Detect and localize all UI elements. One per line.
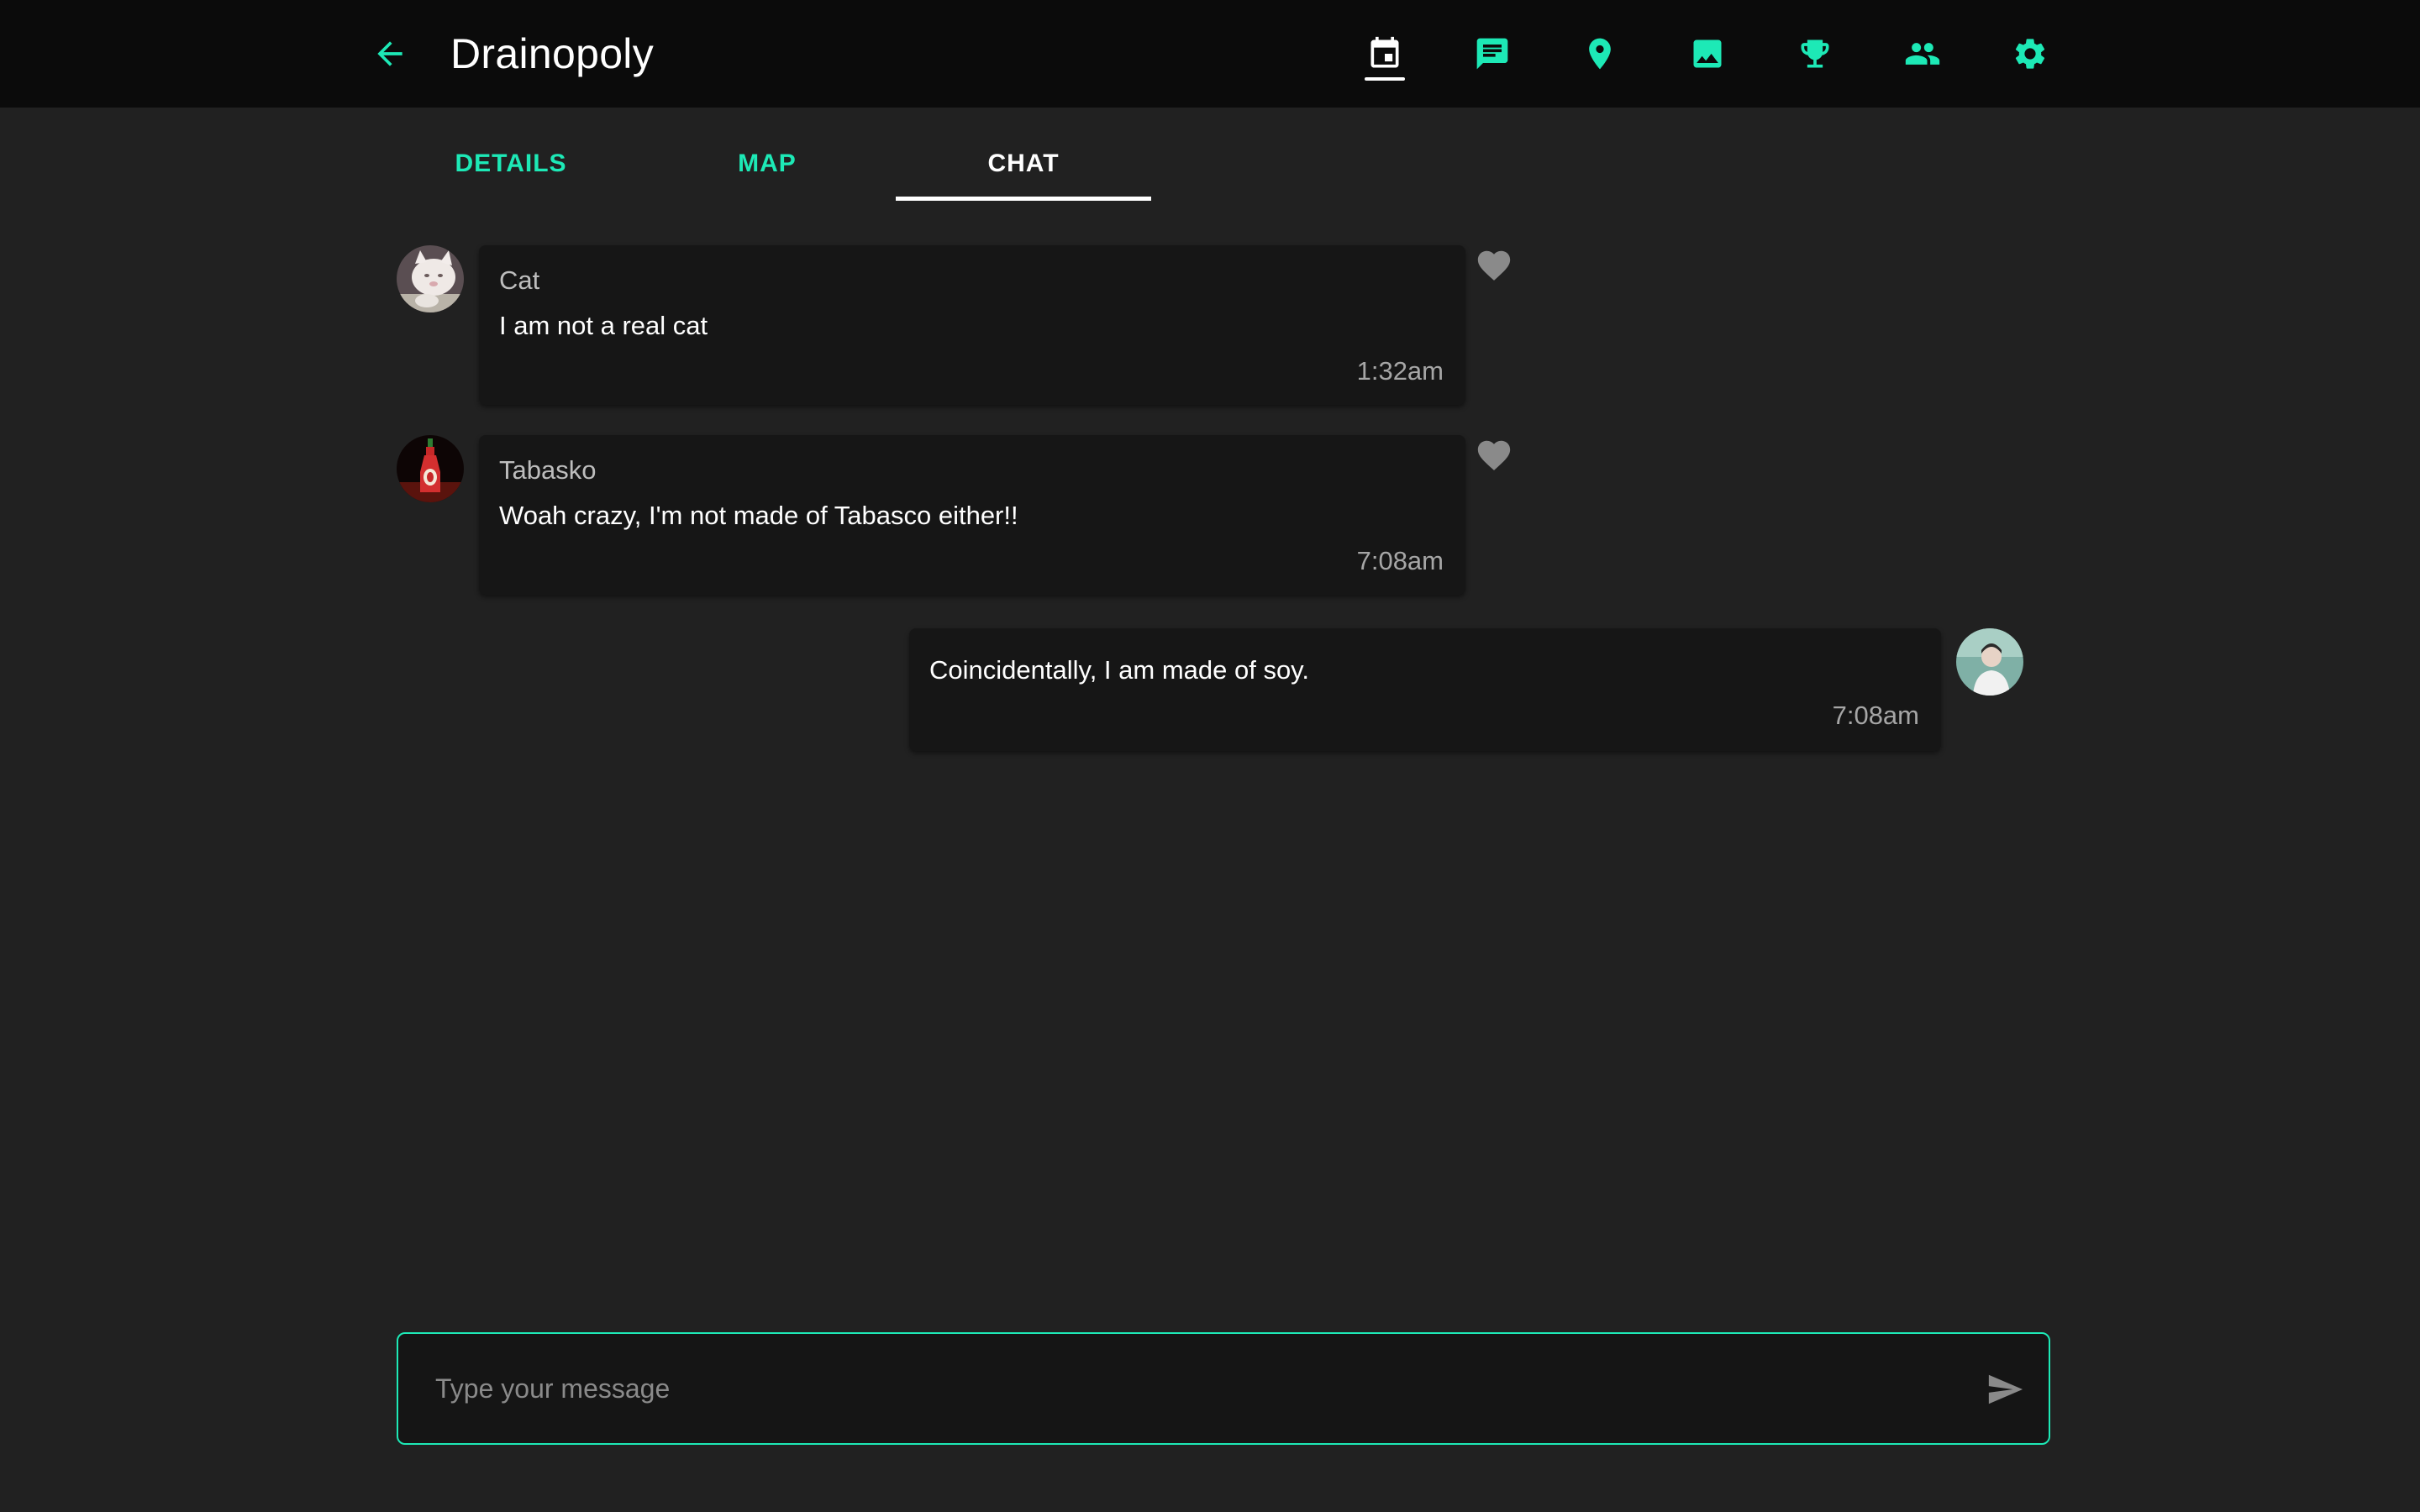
active-tab-indicator [896, 197, 1151, 201]
settings-icon [2015, 39, 2045, 69]
event-tab-button[interactable] [1358, 27, 1412, 81]
chat-icon [1476, 38, 1508, 70]
message-author: Cat [499, 265, 540, 295]
arrow-back-icon [377, 41, 402, 66]
chat-action-button[interactable] [1465, 27, 1519, 81]
tab-chat[interactable]: CHAT [896, 126, 1151, 202]
avatar[interactable] [397, 245, 464, 312]
message-text: Woah crazy, I'm not made of Tabasco eith… [499, 501, 1018, 530]
app-bar: Drainopoly [0, 0, 2420, 108]
tabasco-bottle-avatar-image [397, 435, 464, 502]
tab-details[interactable]: DETAILS [383, 126, 639, 202]
message-author: Tabasko [499, 455, 597, 485]
send-icon [1988, 1374, 2023, 1404]
like-button[interactable] [1470, 432, 1518, 479]
tab-map[interactable]: MAP [639, 126, 895, 202]
message-time: 1:32am [1356, 356, 1444, 386]
cat-avatar-image [397, 245, 464, 312]
location-action-button[interactable] [1573, 27, 1627, 81]
message-text: I am not a real cat [499, 311, 708, 340]
message-time: 7:08am [1832, 701, 1919, 730]
page-title: Drainopoly [450, 30, 655, 77]
send-button[interactable] [1978, 1362, 2032, 1416]
image-icon [1693, 39, 1722, 68]
event-icon [1370, 36, 1399, 68]
people-action-button[interactable] [1896, 27, 1949, 81]
back-button[interactable] [366, 30, 413, 77]
message-input[interactable] [435, 1359, 1948, 1418]
message-text: Coincidentally, I am made of soy. [929, 655, 1309, 685]
section-tabs: DETAILS MAP CHAT [383, 126, 1156, 202]
message-bubble: Tabasko Woah crazy, I'm not made of Taba… [479, 435, 1465, 595]
message-composer [397, 1332, 2050, 1445]
heart-icon [1477, 440, 1511, 470]
user-avatar[interactable] [1956, 628, 2023, 696]
location-pin-icon [1589, 38, 1611, 70]
avatar[interactable] [397, 435, 464, 502]
own-message-bubble: Coincidentally, I am made of soy. 7:08am [909, 628, 1941, 751]
photos-action-button[interactable] [1681, 27, 1734, 81]
heart-icon [1477, 250, 1511, 281]
active-action-indicator [1365, 77, 1405, 81]
message-time: 7:08am [1356, 546, 1444, 575]
people-icon [1905, 43, 1940, 65]
trophy-action-button[interactable] [1788, 27, 1842, 81]
chat-page: Drainopoly DETAILS MAP CHAT Cat I am not… [0, 0, 2420, 1512]
user-avatar-image [1956, 628, 2023, 696]
settings-action-button[interactable] [2003, 27, 2057, 81]
trophy-icon [1801, 39, 1829, 68]
like-button[interactable] [1470, 242, 1518, 289]
message-bubble: Cat I am not a real cat 1:32am [479, 245, 1465, 405]
